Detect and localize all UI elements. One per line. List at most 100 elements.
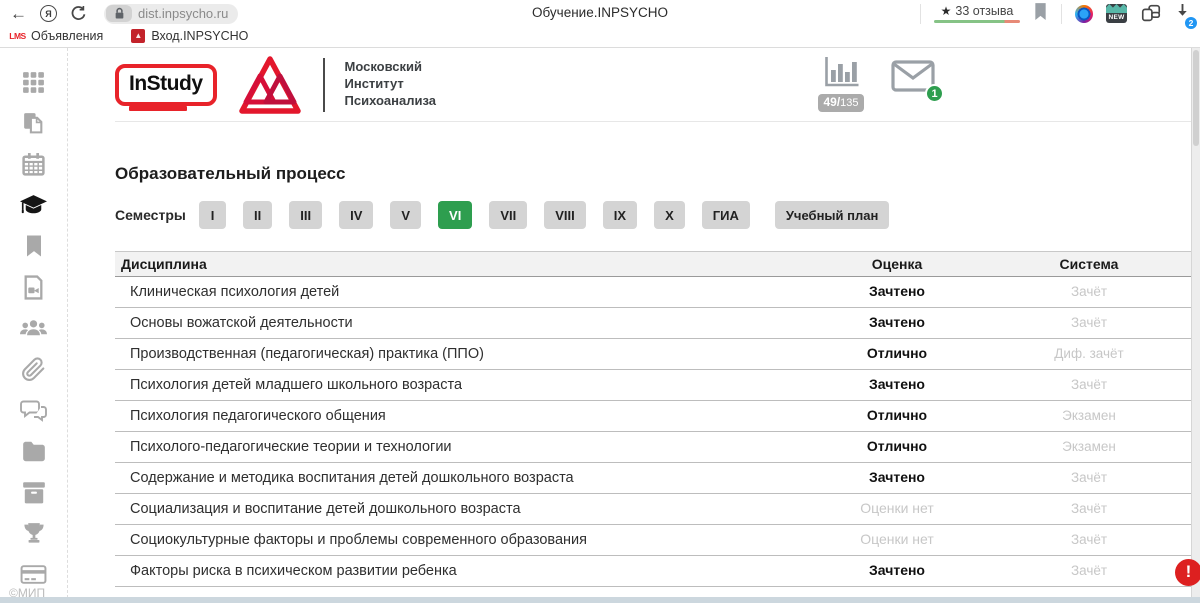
people-icon[interactable] bbox=[19, 315, 48, 341]
bookmark-icon[interactable] bbox=[23, 233, 45, 259]
table-header-row: Дисциплина Оценка Система bbox=[115, 252, 1196, 277]
progress-stats-button[interactable]: 49/135 bbox=[815, 55, 867, 112]
semester-tab[interactable]: IX bbox=[603, 201, 637, 229]
folder-icon[interactable] bbox=[21, 438, 47, 464]
discipline-link[interactable]: Социализация и воспитание детей дошкольн… bbox=[130, 501, 521, 517]
new-badge-label: NEW bbox=[1106, 13, 1127, 23]
semesters-row: Семестры I II III IV V VI bbox=[115, 201, 1196, 229]
bookmark-item[interactable]: LMS Объявления bbox=[10, 29, 103, 43]
instudy-logo[interactable]: InStudy bbox=[115, 64, 217, 106]
discipline-link[interactable]: Социокультурные факторы и проблемы совре… bbox=[130, 532, 587, 548]
chat-icon[interactable] bbox=[20, 397, 48, 423]
mail-button[interactable]: 1 bbox=[891, 60, 935, 97]
discipline-link[interactable]: Факторы риска в психическом развитии реб… bbox=[130, 563, 457, 579]
extensions-icon[interactable] bbox=[1140, 4, 1162, 23]
lock-icon[interactable] bbox=[106, 5, 132, 22]
reviews-count-label: 33 отзыва bbox=[955, 4, 1013, 18]
documents-icon[interactable] bbox=[21, 110, 46, 136]
credit-card-icon[interactable] bbox=[20, 561, 47, 587]
semesters-label: Семестры bbox=[115, 207, 199, 223]
extension-circle-icon[interactable] bbox=[1075, 5, 1093, 23]
instudy-logo-underline bbox=[129, 106, 187, 111]
semester-tab[interactable]: IV bbox=[339, 201, 373, 229]
star-icon: ★ bbox=[941, 4, 952, 18]
semester-tab[interactable]: X bbox=[654, 201, 685, 229]
rating-bar bbox=[934, 20, 1020, 24]
system-value: Зачёт bbox=[1071, 315, 1107, 330]
discipline-link[interactable]: Психолого-педагогические теории и технол… bbox=[130, 439, 452, 455]
bookmark-page-icon[interactable] bbox=[1033, 2, 1048, 26]
yandex-icon[interactable]: Я bbox=[40, 5, 57, 22]
grade-value: Зачтено bbox=[869, 314, 925, 330]
downloads-badge: 2 bbox=[1185, 17, 1197, 29]
semester-tab[interactable]: I bbox=[199, 201, 226, 229]
trophy-icon[interactable] bbox=[21, 520, 47, 546]
table-row: Производственная (педагогическая) практи… bbox=[115, 339, 1196, 370]
column-header-grade: Оценка bbox=[812, 256, 982, 272]
reload-icon[interactable] bbox=[70, 5, 87, 22]
discipline-link[interactable]: Психология педагогического общения bbox=[130, 408, 386, 424]
column-header-discipline: Дисциплина bbox=[115, 256, 812, 272]
grade-value: Зачтено bbox=[869, 376, 925, 392]
system-value: Экзамен bbox=[1062, 408, 1116, 423]
discipline-link[interactable]: Клиническая психология детей bbox=[130, 284, 339, 300]
grade-value: Отлично bbox=[867, 345, 927, 361]
system-value: Зачёт bbox=[1071, 563, 1107, 578]
grades-table: Дисциплина Оценка Система Клиническая пс… bbox=[115, 251, 1196, 587]
column-header-system: Система bbox=[982, 256, 1196, 272]
table-row: Психология педагогического общения Отлич… bbox=[115, 401, 1196, 432]
system-value: Зачёт bbox=[1071, 532, 1107, 547]
semester-tab[interactable]: Учебный план bbox=[775, 201, 889, 229]
system-value: Зачёт bbox=[1071, 284, 1107, 299]
bookmark-label: Объявления bbox=[31, 29, 103, 43]
grade-value: Зачтено bbox=[869, 469, 925, 485]
grid-icon[interactable] bbox=[21, 69, 46, 95]
mail-unread-badge: 1 bbox=[925, 84, 944, 103]
calendar-icon[interactable] bbox=[21, 151, 46, 177]
scrollbar-thumb[interactable] bbox=[1193, 50, 1199, 146]
grade-value: Оценки нет bbox=[860, 531, 934, 547]
table-row: Основы вожатской деятельности Зачтено За… bbox=[115, 308, 1196, 339]
system-value: Зачёт bbox=[1071, 377, 1107, 392]
alert-icon[interactable]: ! bbox=[1175, 559, 1200, 586]
extension-new-art bbox=[1106, 4, 1127, 13]
table-row: Клиническая психология детей Зачтено Зач… bbox=[115, 277, 1196, 308]
video-file-icon[interactable] bbox=[21, 274, 46, 300]
instudy-logo-text: InStudy bbox=[129, 72, 203, 95]
semester-tab[interactable]: V bbox=[390, 201, 421, 229]
graduation-cap-icon[interactable] bbox=[19, 192, 48, 218]
semester-tab[interactable]: VII bbox=[489, 201, 527, 229]
semester-tab[interactable]: III bbox=[289, 201, 322, 229]
url-text: dist.inpsycho.ru bbox=[138, 6, 228, 21]
paperclip-icon[interactable] bbox=[21, 356, 46, 382]
back-button[interactable]: ← bbox=[10, 5, 27, 22]
site-reviews-button[interactable]: ★ 33 отзыва bbox=[934, 4, 1020, 24]
page-title: Образовательный процесс bbox=[115, 164, 1196, 184]
semester-tab[interactable]: II bbox=[243, 201, 272, 229]
divider bbox=[920, 4, 921, 24]
grade-value: Отлично bbox=[867, 407, 927, 423]
progress-badge: 49/135 bbox=[818, 94, 863, 112]
extension-new-icon[interactable]: NEW bbox=[1106, 4, 1127, 23]
semester-tab[interactable]: ГИА bbox=[702, 201, 750, 229]
bookmark-item[interactable]: ▲ Вход.INPSYCHO bbox=[131, 29, 248, 43]
divider bbox=[1061, 4, 1062, 24]
semester-tab[interactable]: VI bbox=[438, 201, 472, 229]
downloads-button[interactable]: 2 bbox=[1175, 3, 1190, 25]
table-row: Социокультурные факторы и проблемы совре… bbox=[115, 525, 1196, 556]
table-row: Психолого-педагогические теории и технол… bbox=[115, 432, 1196, 463]
discipline-link[interactable]: Основы вожатской деятельности bbox=[130, 315, 353, 331]
mip-favicon: ▲ bbox=[131, 29, 145, 43]
archive-icon[interactable] bbox=[21, 479, 47, 505]
discipline-link[interactable]: Психология детей младшего школьного возр… bbox=[130, 377, 462, 393]
discipline-link[interactable]: Содержание и методика воспитания детей д… bbox=[130, 470, 574, 486]
window-bottom-edge bbox=[0, 597, 1200, 603]
system-value: Зачёт bbox=[1071, 470, 1107, 485]
mip-triangle-logo[interactable] bbox=[237, 56, 303, 114]
discipline-link[interactable]: Производственная (педагогическая) практи… bbox=[130, 346, 484, 362]
scrollbar[interactable] bbox=[1191, 48, 1200, 597]
grade-value: Зачтено bbox=[869, 283, 925, 299]
address-bar[interactable]: dist.inpsycho.ru bbox=[104, 4, 238, 24]
semester-tab[interactable]: VIII bbox=[544, 201, 586, 229]
table-row: Социализация и воспитание детей дошкольн… bbox=[115, 494, 1196, 525]
